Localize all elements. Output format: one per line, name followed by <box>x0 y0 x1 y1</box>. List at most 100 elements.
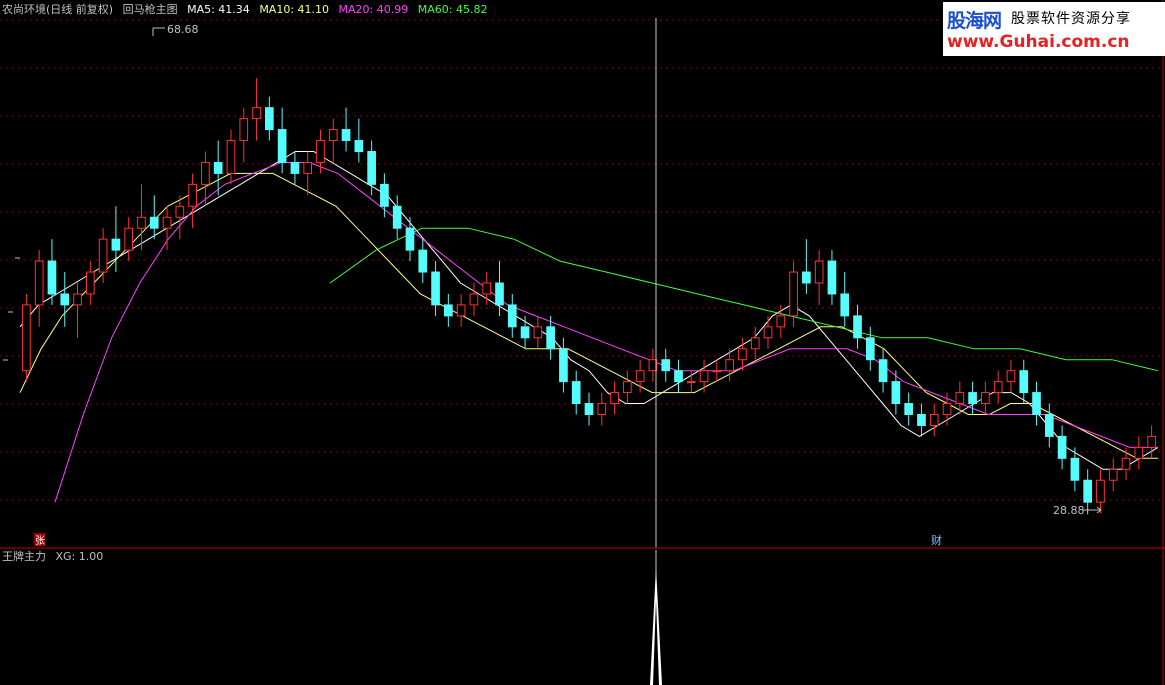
candle[interactable] <box>955 381 965 415</box>
candle-body <box>750 337 760 350</box>
candle[interactable] <box>1019 359 1029 404</box>
candle[interactable] <box>559 337 568 393</box>
candle[interactable] <box>444 293 453 327</box>
candle[interactable] <box>73 283 82 338</box>
candle[interactable] <box>201 151 210 207</box>
candle[interactable] <box>1147 425 1156 459</box>
candle[interactable] <box>763 315 773 349</box>
ma60-value: MA60: 45.82 <box>417 3 488 16</box>
candle[interactable] <box>60 272 70 327</box>
kline-chart[interactable]: 68.68 28.88 张 财 <box>0 0 1165 685</box>
candle-body <box>495 282 504 306</box>
candle[interactable] <box>175 195 185 240</box>
candle-body <box>597 403 607 415</box>
candle[interactable] <box>252 78 261 141</box>
candle[interactable] <box>137 184 146 251</box>
candle[interactable] <box>34 250 44 327</box>
candle-body <box>827 260 837 295</box>
candle[interactable] <box>380 173 389 218</box>
candle-body <box>239 118 249 142</box>
candle[interactable] <box>354 118 364 163</box>
candle-body <box>584 403 594 415</box>
candle[interactable] <box>584 392 594 426</box>
candle[interactable] <box>661 348 671 382</box>
candle[interactable] <box>290 151 300 185</box>
candle[interactable] <box>1044 403 1054 448</box>
candle[interactable] <box>226 129 236 185</box>
candle[interactable] <box>303 151 313 196</box>
candle[interactable] <box>149 195 159 240</box>
candle[interactable] <box>162 206 172 251</box>
candle[interactable] <box>22 293 31 382</box>
candle-body <box>98 238 108 273</box>
candle[interactable] <box>1108 458 1118 492</box>
candle[interactable] <box>341 107 351 152</box>
candle[interactable] <box>520 315 530 349</box>
watermark-logo: 股海网 股票软件资源分享 www.Guhai.com.cn <box>943 2 1165 56</box>
candle[interactable] <box>328 118 338 163</box>
indicator-name[interactable]: 王牌主力 <box>2 550 46 563</box>
candle[interactable] <box>840 272 850 327</box>
candle-body <box>73 293 82 306</box>
candle[interactable] <box>750 326 760 360</box>
candle[interactable] <box>865 326 875 371</box>
candle[interactable] <box>917 403 926 437</box>
candle[interactable] <box>98 228 108 283</box>
candle[interactable] <box>507 293 517 338</box>
candle[interactable] <box>456 293 466 327</box>
candle[interactable] <box>929 403 939 437</box>
candle-body <box>149 216 159 229</box>
candlestick-series[interactable] <box>22 78 1156 515</box>
candle[interactable] <box>1032 381 1041 426</box>
candle[interactable] <box>904 392 913 426</box>
candle-body <box>1032 392 1041 416</box>
candle[interactable] <box>1134 436 1144 470</box>
candle-body <box>776 315 786 328</box>
candle[interactable] <box>405 217 415 262</box>
candle[interactable] <box>265 96 274 141</box>
cai-badge[interactable]: 财 <box>931 533 942 547</box>
candle[interactable] <box>597 392 607 426</box>
candle[interactable] <box>674 359 683 393</box>
candle-body <box>904 403 913 415</box>
stock-title[interactable]: 农尚环境(日线 前复权) <box>2 3 113 16</box>
candle[interactable] <box>699 359 709 393</box>
candle[interactable] <box>993 370 1003 404</box>
candle[interactable] <box>827 250 837 305</box>
candle-body <box>891 381 901 405</box>
candle-body <box>277 129 287 163</box>
candle[interactable] <box>418 239 428 283</box>
candle-body <box>623 381 632 394</box>
candle[interactable] <box>392 195 402 240</box>
candle[interactable] <box>469 283 479 316</box>
candle-body <box>34 260 44 306</box>
candle[interactable] <box>623 370 632 404</box>
candle[interactable] <box>878 348 888 393</box>
candle[interactable] <box>1057 425 1067 470</box>
candle[interactable] <box>802 239 811 294</box>
ma10-value: MA10: 41.10 <box>259 3 330 16</box>
candle[interactable] <box>610 381 619 415</box>
candle[interactable] <box>814 250 824 305</box>
candle[interactable] <box>85 261 95 305</box>
candle[interactable] <box>571 370 581 415</box>
candle[interactable] <box>316 129 325 174</box>
price-grid <box>0 19 1163 501</box>
candle[interactable] <box>1006 359 1016 393</box>
logo-url: www.Guhai.com.cn <box>947 32 1130 52</box>
candle[interactable] <box>188 173 197 229</box>
chart-header: 农尚环境(日线 前复权) 回马枪主图 MA5: 41.34 MA10: 41.1… <box>2 2 493 18</box>
candle[interactable] <box>853 304 862 349</box>
candle[interactable] <box>1096 469 1105 514</box>
candle[interactable] <box>533 315 543 349</box>
zhang-badge[interactable]: 张 <box>35 535 45 547</box>
candle-body <box>635 370 645 383</box>
candle[interactable] <box>712 359 722 382</box>
formula-name[interactable]: 回马枪主图 <box>123 3 178 16</box>
high-price-label: 68.68 <box>167 23 199 36</box>
candle[interactable] <box>981 381 990 415</box>
candle-body <box>507 304 517 328</box>
candle[interactable] <box>124 217 134 262</box>
candle[interactable] <box>367 140 376 196</box>
candle[interactable] <box>1083 469 1093 515</box>
